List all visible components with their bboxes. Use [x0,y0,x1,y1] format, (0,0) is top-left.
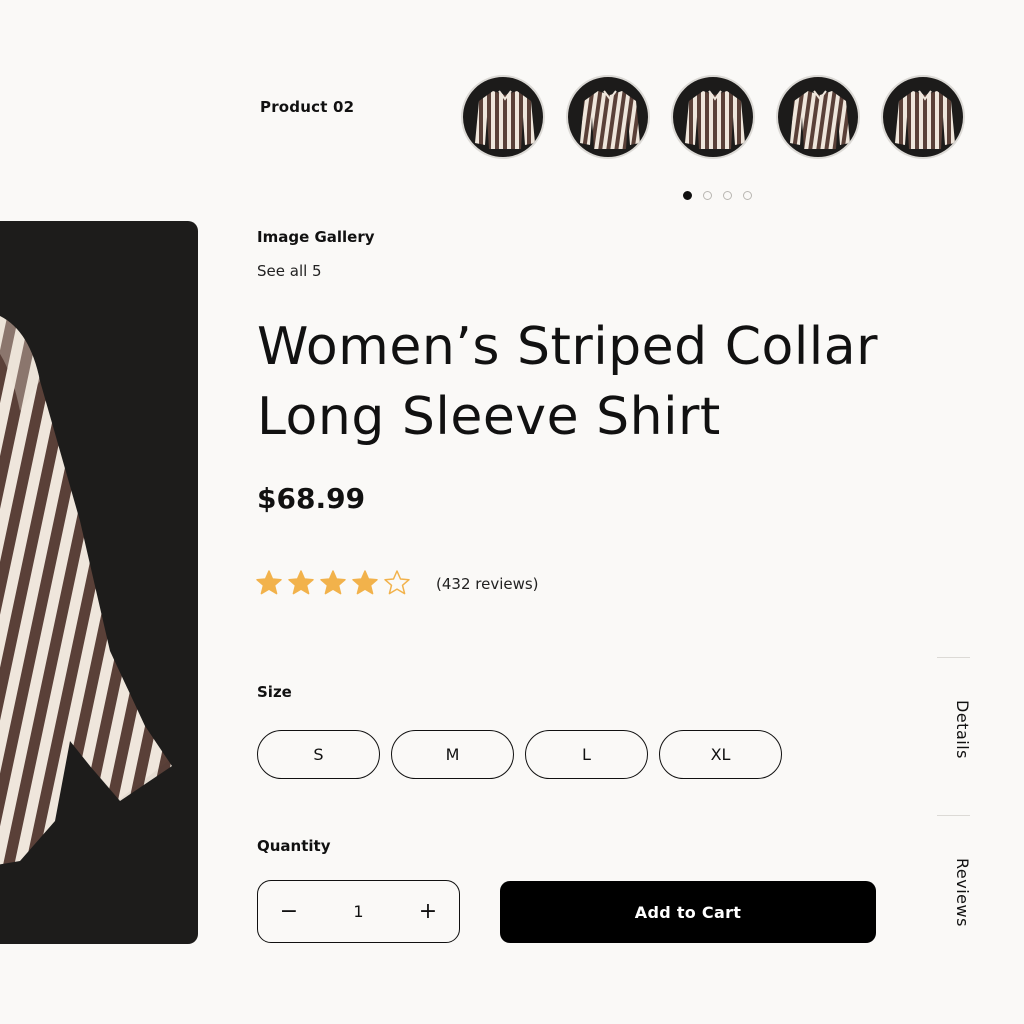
pagination-dot-4[interactable] [743,191,752,200]
product-label: Product 02 [260,98,355,116]
quantity-stepper: − 1 + [257,880,460,943]
pagination-dot-3[interactable] [723,191,732,200]
thumbnail-shirt-front[interactable] [461,75,545,159]
thumbnail-shirt-flat[interactable] [776,75,860,159]
shirt-icon [895,90,955,149]
star-empty-icon [383,569,411,597]
thumbnail-shirt-open[interactable] [566,75,650,159]
pagination-dot-1[interactable] [683,191,692,200]
main-product-image [0,221,198,944]
shirt-icon [580,90,640,149]
see-all-link[interactable]: See all 5 [257,262,322,280]
star-filled-icon [319,569,347,597]
thumbnail-shirt-back[interactable] [881,75,965,159]
tab-reviews[interactable]: Reviews [953,858,972,927]
shirt-icon [475,90,535,149]
product-price: $68.99 [257,482,366,515]
reviews-count[interactable]: (432 reviews) [436,575,539,593]
size-option-xl[interactable]: XL [659,730,782,779]
pagination-dot-2[interactable] [703,191,712,200]
rating-stars [255,569,411,597]
quantity-value: 1 [353,902,364,921]
star-filled-icon [287,569,315,597]
quantity-label: Quantity [257,837,331,855]
thumbnail-strip [461,75,965,159]
tab-details[interactable]: Details [953,700,972,759]
star-filled-icon [351,569,379,597]
star-filled-icon [255,569,283,597]
size-label: Size [257,683,292,701]
size-options: S M L XL [257,730,782,779]
gallery-pagination [683,191,752,200]
product-title-line-2: Long Sleeve Shirt [257,387,721,447]
decrease-quantity-button[interactable]: − [278,899,300,924]
size-option-s[interactable]: S [257,730,380,779]
product-title-line-1: Women’s Striped Collar [257,317,878,377]
add-to-cart-button[interactable]: Add to Cart [500,881,876,943]
size-option-m[interactable]: M [391,730,514,779]
side-divider-middle [937,815,970,816]
shirt-icon [685,90,745,149]
size-option-l[interactable]: L [525,730,648,779]
product-title: Women’s Striped Collar Long Sleeve Shirt [257,312,947,452]
increase-quantity-button[interactable]: + [417,899,439,924]
side-divider-top [937,657,970,658]
shirt-icon [790,90,850,149]
image-gallery-title: Image Gallery [257,228,375,246]
thumbnail-shirt-collar[interactable] [671,75,755,159]
